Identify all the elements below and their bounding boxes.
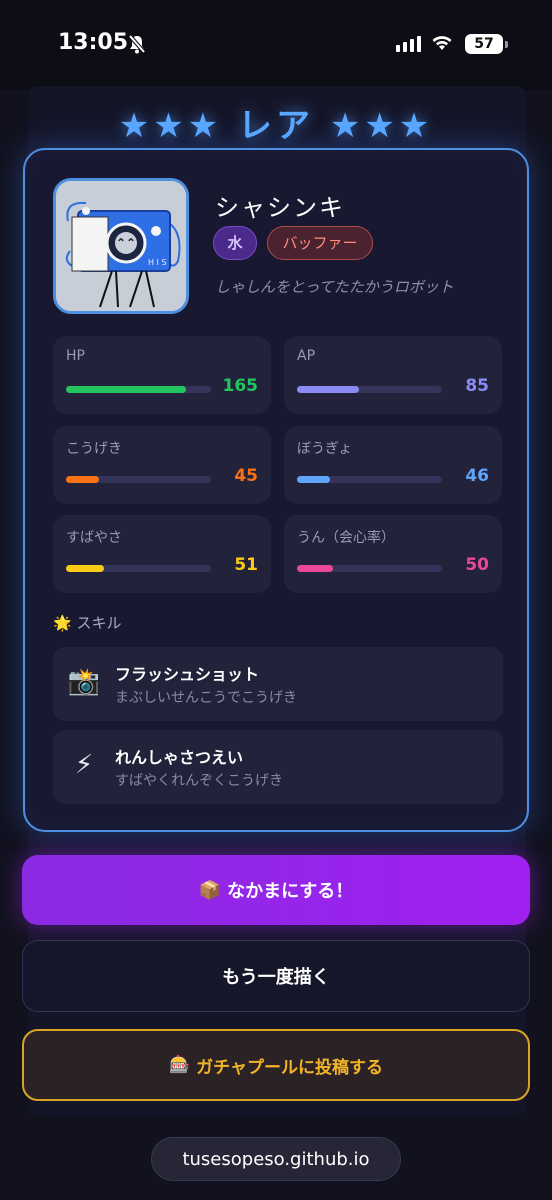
stat-value: 50: [465, 555, 489, 575]
stat-value: 165: [222, 376, 259, 396]
stat-bar-track: [297, 565, 442, 572]
redraw-button-label: もう一度描く: [222, 967, 330, 988]
slot-machine-icon: 🎰: [168, 1055, 191, 1075]
package-icon: 📦: [198, 879, 222, 901]
stat-label: HP: [66, 348, 85, 364]
recruit-button[interactable]: 📦 なかまにする！: [22, 855, 530, 925]
redraw-button[interactable]: もう一度描く: [22, 940, 530, 1012]
stat-speed: すばやさ 51: [53, 515, 271, 593]
stat-label: うん（会心率）: [297, 530, 395, 546]
post-button-label: ガチャプールに投稿する: [196, 1057, 383, 1078]
stat-label: すばやさ: [66, 530, 122, 546]
stat-value: 45: [234, 466, 258, 486]
stat-bar-fill: [297, 386, 360, 393]
stat-bar-fill: [297, 565, 334, 572]
element-badge: 水: [213, 226, 257, 260]
skills-heading: 🌟 スキル: [53, 612, 121, 633]
stat-label: こうげき: [66, 441, 122, 457]
stat-bar-track: [66, 386, 211, 393]
stat-ap: AP 85: [284, 336, 502, 414]
stat-bar-fill: [66, 476, 100, 483]
skill-name: フラッシュショット: [115, 665, 260, 684]
bell-muted-icon: [128, 34, 146, 58]
stat-bar-fill: [66, 386, 187, 393]
lightning-icon: ⚡: [74, 750, 94, 780]
stat-defense: ぼうぎょ 46: [284, 426, 502, 504]
cellular-signal-icon: [396, 36, 421, 52]
stat-attack: こうげき 45: [53, 426, 271, 504]
sparkle-icon: 🌟: [53, 614, 72, 632]
status-bar: 13:05 57: [0, 0, 552, 90]
character-name: シャシンキ: [215, 194, 345, 222]
character-portrait: H I S: [53, 178, 189, 314]
skill-name: れんしゃさつえい: [115, 748, 244, 767]
skill-item: 📸 フラッシュショット まぶしいせんこうでこうげき: [53, 647, 503, 721]
url-bar[interactable]: tusesopeso.github.io: [151, 1137, 401, 1181]
status-time: 13:05: [58, 30, 129, 55]
stat-bar-track: [297, 386, 442, 393]
stat-value: 85: [465, 376, 489, 396]
skill-item: ⚡ れんしゃさつえい すばやくれんぞくこうげき: [53, 730, 503, 804]
stat-luck: うん（会心率） 50: [284, 515, 502, 593]
post-to-gacha-button[interactable]: 🎰 ガチャプールに投稿する: [22, 1029, 530, 1101]
stat-bar-fill: [297, 476, 331, 483]
url-text: tusesopeso.github.io: [182, 1148, 370, 1170]
character-description: しゃしんをとってたたかうロボット: [215, 278, 454, 296]
battery-indicator: 57: [465, 34, 508, 54]
rarity-banner: ★★★ レア ★★★: [118, 106, 434, 146]
wifi-icon: [430, 33, 454, 55]
stat-value: 51: [234, 555, 258, 575]
stat-label: ぼうぎょ: [297, 441, 353, 457]
character-card: H I S シャシンキ 水 バッファー しゃしんをとってたたかうロボット HP …: [23, 148, 529, 832]
stat-value: 46: [465, 466, 489, 486]
recruit-button-label: なかまにする！: [227, 881, 354, 902]
stat-hp: HP 165: [53, 336, 271, 414]
skill-description: まぶしいせんこうでこうげき: [115, 690, 297, 706]
svg-text:H I S: H I S: [148, 258, 167, 267]
skills-heading-label: スキル: [76, 614, 122, 632]
stat-bar-track: [297, 476, 442, 483]
stat-bar-track: [66, 565, 211, 572]
role-badge: バッファー: [267, 226, 373, 260]
stat-label: AP: [297, 348, 316, 364]
camera-robot-drawing-icon: H I S: [56, 181, 186, 311]
skill-description: すばやくれんぞくこうげき: [115, 773, 283, 789]
camera-flash-icon: 📸: [67, 667, 101, 697]
stat-bar-track: [66, 476, 211, 483]
stat-bar-fill: [66, 565, 104, 572]
